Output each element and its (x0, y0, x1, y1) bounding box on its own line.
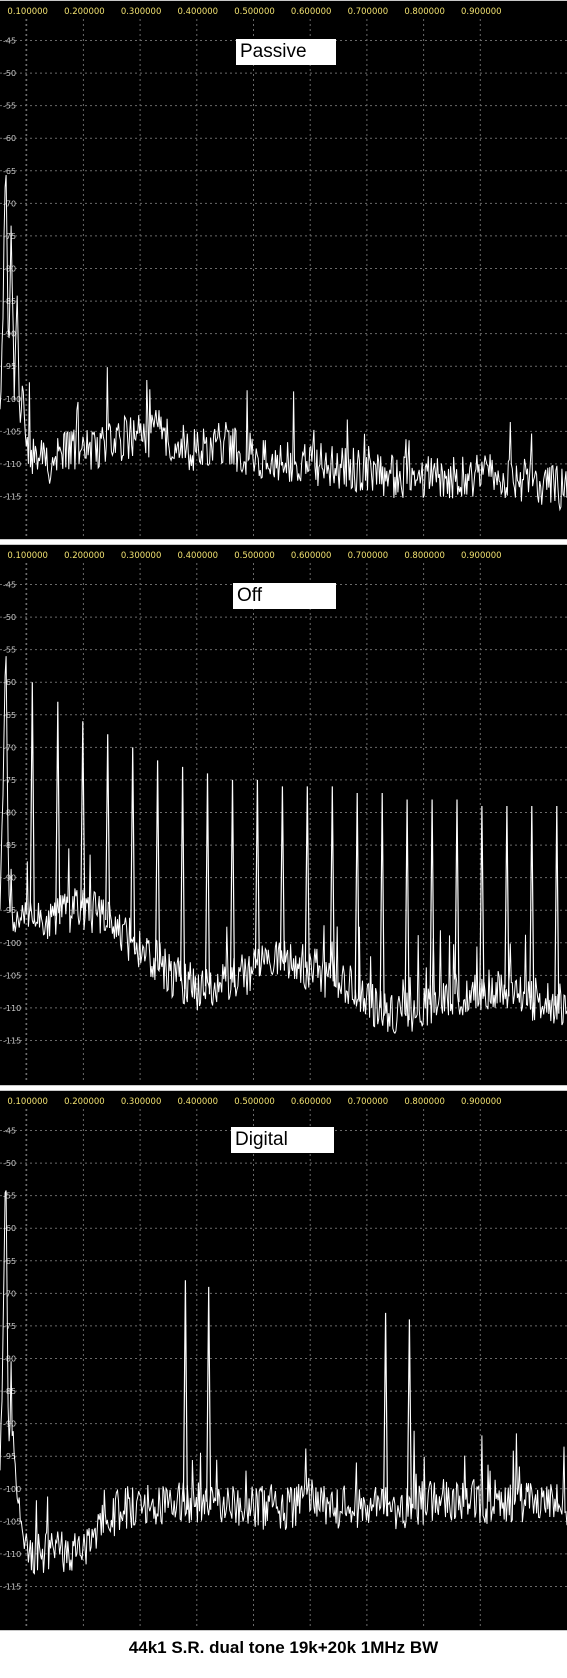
x-tick-label: 0.400000 (178, 1097, 219, 1107)
chart-title-digital: Digital (231, 1127, 334, 1153)
noise-trace (0, 174, 567, 512)
y-tick-label: -105 (3, 1517, 21, 1526)
spur-peak (354, 792, 360, 1002)
x-tick-label: 0.300000 (121, 7, 162, 17)
y-tick-label: -100 (3, 939, 21, 948)
chart-panel-passive: 0.100000 0.200000 0.300000 0.400000 0.500000… (0, 0, 567, 540)
x-tick-label: 0.300000 (121, 1097, 162, 1107)
chart-title-off: Off (233, 583, 336, 609)
y-tick-label: -105 (3, 427, 21, 436)
y-tick-label: -75 (3, 232, 16, 241)
y-tick-label: -115 (3, 1582, 21, 1591)
x-tick-label: 0.600000 (291, 551, 332, 561)
spur-peak (406, 1319, 412, 1514)
y-tick-label: -80 (3, 1355, 16, 1364)
spur-peak (383, 1312, 389, 1517)
spur-peak (404, 799, 410, 1021)
chart-panel-off: 0.100000 0.200000 0.300000 0.400000 0.500000… (0, 544, 567, 1086)
x-tick-label: 0.700000 (348, 551, 389, 561)
x-tick-label: 0.100000 (7, 551, 48, 561)
x-tick-label: 0.400000 (178, 7, 219, 17)
spur-peak (180, 766, 186, 990)
spur-peak (204, 773, 211, 995)
x-tick-label: 0.500000 (234, 7, 275, 17)
spur-peak (529, 805, 535, 1007)
y-tick-label: -100 (3, 395, 21, 404)
spur-peak (130, 747, 136, 951)
spur-peak (279, 786, 285, 971)
chart-panel-digital: 0.100000 0.200000 0.300000 0.400000 0.500000… (0, 1090, 567, 1631)
y-tick-label: -55 (3, 102, 16, 111)
x-tick-label: 0.100000 (7, 7, 48, 17)
x-tick-label: 0.100000 (7, 1097, 48, 1107)
x-tick-label: 0.900000 (461, 551, 502, 561)
y-tick-label: -45 (3, 1127, 16, 1136)
spur-peak (206, 1286, 212, 1510)
x-tick-label: 0.500000 (234, 551, 275, 561)
y-tick-label: -90 (3, 874, 16, 883)
x-tick-label: 0.500000 (234, 1097, 275, 1107)
chart-title-passive: Passive (236, 39, 336, 65)
y-tick-label: -45 (3, 581, 16, 590)
x-tick-label: 0.800000 (404, 551, 445, 561)
y-tick-label: -65 (3, 711, 16, 720)
x-tick-label: 0.400000 (178, 551, 219, 561)
x-tick-label: 0.600000 (291, 1097, 332, 1107)
y-tick-label: -100 (3, 1485, 21, 1494)
x-tick-label: 0.200000 (64, 551, 105, 561)
spur-peak (29, 682, 35, 920)
spur-peak (254, 779, 260, 977)
x-tick-label: 0.900000 (461, 1097, 502, 1107)
y-tick-label: -85 (3, 841, 16, 850)
x-tick-label: 0.300000 (121, 551, 162, 561)
spectrum-chart-passive: 0.100000 0.200000 0.300000 0.400000 0.500000… (0, 7, 567, 536)
spur-peak (182, 1280, 188, 1510)
y-tick-label: -75 (3, 776, 16, 785)
spur-peak (304, 786, 310, 976)
y-tick-label: -105 (3, 971, 21, 980)
spur-peak (155, 760, 161, 970)
spur-peak (504, 805, 510, 997)
spectrum-chart-digital: 0.100000 0.200000 0.300000 0.400000 0.500000… (0, 1097, 567, 1626)
x-tick-label: 0.800000 (404, 7, 445, 17)
noise-trace (0, 1190, 567, 1575)
y-tick-label: -50 (3, 613, 16, 622)
y-tick-label: -115 (3, 492, 21, 501)
y-tick-label: -115 (3, 1036, 21, 1045)
y-tick-label: -70 (3, 1289, 16, 1298)
x-tick-label: 0.200000 (64, 1097, 105, 1107)
figure-caption: 44k1 S.R. dual tone 19k+20k 1MHz BW (128, 1638, 439, 1657)
spur-peak (379, 792, 385, 1016)
y-tick-label: -65 (3, 167, 16, 176)
x-tick-label: 0.600000 (291, 7, 332, 17)
y-tick-label: -55 (3, 646, 16, 655)
y-tick-label: -45 (3, 37, 16, 46)
y-tick-label: -110 (3, 460, 21, 469)
spur-peak (80, 721, 86, 919)
x-tick-label: 0.200000 (64, 7, 105, 17)
spur-peak (229, 779, 236, 988)
y-tick-label: -60 (3, 134, 16, 143)
spectrum-chart-off: 0.100000 0.200000 0.300000 0.400000 0.500000… (0, 551, 567, 1080)
y-tick-label: -110 (3, 1004, 21, 1013)
x-tick-label: 0.700000 (348, 1097, 389, 1107)
y-tick-label: -85 (3, 1387, 16, 1396)
y-tick-label: -50 (3, 1159, 16, 1168)
spur-peak (454, 799, 460, 1003)
x-tick-label: 0.800000 (404, 1097, 445, 1107)
y-tick-label: -70 (3, 743, 16, 752)
y-tick-label: -110 (3, 1550, 21, 1559)
y-tick-label: -75 (3, 1322, 16, 1331)
x-tick-label: 0.900000 (461, 7, 502, 17)
y-tick-label: -50 (3, 69, 16, 78)
y-tick-label: -80 (3, 265, 16, 274)
y-tick-label: -65 (3, 1257, 16, 1266)
spur-peak (105, 734, 111, 929)
y-tick-label: -80 (3, 809, 16, 818)
spur-peak (55, 701, 61, 925)
x-tick-label: 0.700000 (348, 7, 389, 17)
grid (0, 19, 567, 536)
